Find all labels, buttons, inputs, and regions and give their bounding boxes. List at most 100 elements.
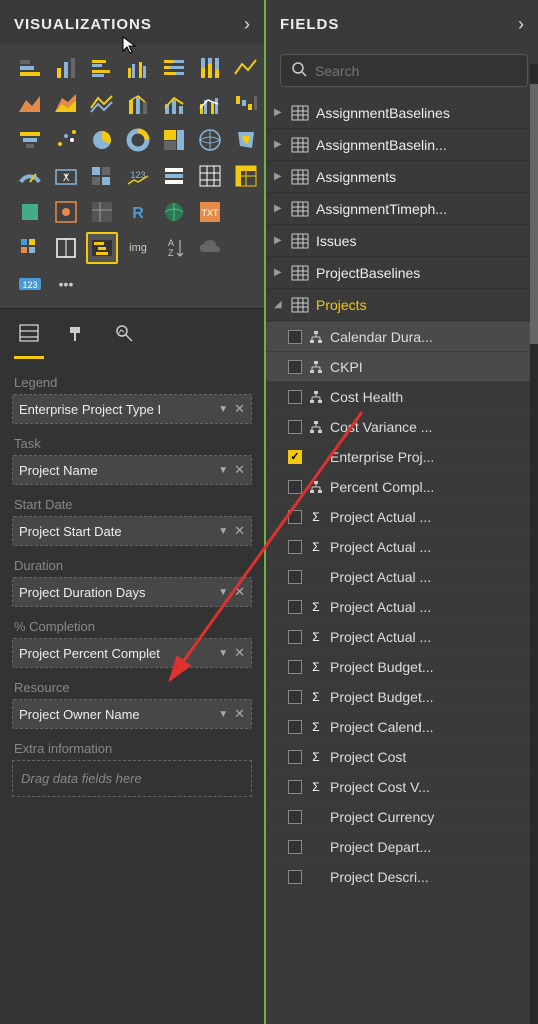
viz-area-icon[interactable] — [14, 88, 46, 120]
tab-analytics[interactable] — [110, 317, 140, 359]
viz-matrix-icon[interactable] — [230, 160, 262, 192]
viz-cloud-icon[interactable] — [194, 232, 226, 264]
table-row[interactable]: ▶AssignmentTimeph... — [266, 193, 532, 225]
viz-globe-icon[interactable] — [158, 196, 190, 228]
viz-image-icon[interactable]: img — [122, 232, 154, 264]
viz-az-sort-icon[interactable]: AZ — [158, 232, 190, 264]
field-row[interactable]: ΣProject Actual ... — [266, 591, 532, 621]
viz-stacked-area-icon[interactable] — [50, 88, 82, 120]
remove-icon[interactable]: ✕ — [234, 401, 245, 417]
field-checkbox[interactable] — [288, 780, 302, 794]
field-checkbox[interactable] — [288, 330, 302, 344]
viz-map-icon[interactable] — [194, 124, 226, 156]
fields-scrollbar-track[interactable] — [530, 64, 538, 1024]
field-row[interactable]: Enterprise Proj... — [266, 441, 532, 471]
field-row[interactable]: ΣProject Budget... — [266, 681, 532, 711]
field-checkbox[interactable] — [288, 750, 302, 764]
field-checkbox[interactable] — [288, 840, 302, 854]
viz-donut-icon[interactable] — [122, 124, 154, 156]
field-well[interactable]: Project Duration Days▼✕ — [12, 577, 252, 607]
dropdown-icon[interactable]: ▼ — [218, 587, 228, 598]
well-item[interactable]: Project Duration Days▼✕ — [13, 578, 251, 606]
table-row[interactable]: ▶AssignmentBaselin... — [266, 129, 532, 161]
field-well[interactable]: Project Name▼✕ — [12, 455, 252, 485]
field-row[interactable]: Cost Variance ... — [266, 411, 532, 441]
viz-card-icon[interactable]: ⵅ — [50, 160, 82, 192]
viz-combo1-icon[interactable] — [158, 88, 190, 120]
dropdown-icon[interactable]: ▼ — [218, 526, 228, 537]
viz-stacked-bar-icon[interactable] — [14, 52, 46, 84]
viz-kpi-icon[interactable]: 123 — [122, 160, 154, 192]
viz-gantt-icon[interactable] — [86, 232, 118, 264]
well-item[interactable]: Project Start Date▼✕ — [13, 517, 251, 545]
field-well-empty[interactable]: Drag data fields here — [12, 760, 252, 797]
field-row[interactable]: CKPI — [266, 351, 532, 381]
viz-pie-icon[interactable] — [86, 124, 118, 156]
table-row[interactable]: ▶AssignmentBaselines — [266, 97, 532, 129]
field-checkbox[interactable] — [288, 630, 302, 644]
viz-custom1-icon[interactable] — [14, 196, 46, 228]
viz-table-icon[interactable] — [194, 160, 226, 192]
field-checkbox[interactable] — [288, 390, 302, 404]
field-well[interactable]: Project Percent Complet▼✕ — [12, 638, 252, 668]
field-checkbox[interactable] — [288, 570, 302, 584]
viz-gauge-icon[interactable] — [14, 160, 46, 192]
well-item[interactable]: Project Name▼✕ — [13, 456, 251, 484]
fields-search[interactable] — [280, 54, 528, 87]
viz-100-stacked-bar-icon[interactable] — [158, 52, 190, 84]
viz-custom5-icon[interactable] — [50, 232, 82, 264]
field-well[interactable]: Enterprise Project Type I▼✕ — [12, 394, 252, 424]
field-checkbox[interactable] — [288, 690, 302, 704]
viz-line-stacked-icon[interactable] — [86, 88, 118, 120]
table-row[interactable]: ▶Issues — [266, 225, 532, 257]
field-checkbox[interactable] — [288, 600, 302, 614]
remove-icon[interactable]: ✕ — [234, 584, 245, 600]
viz-line-icon[interactable] — [230, 52, 262, 84]
table-row[interactable]: ◢Projects — [266, 289, 532, 321]
field-row[interactable]: Percent Compl... — [266, 471, 532, 501]
table-row[interactable]: ▶Assignments — [266, 161, 532, 193]
field-checkbox[interactable] — [288, 660, 302, 674]
viz-txt-icon[interactable]: TXT — [194, 196, 226, 228]
fields-scrollbar-thumb[interactable] — [530, 84, 538, 344]
viz-slicer-icon[interactable] — [158, 160, 190, 192]
tab-fields[interactable] — [14, 317, 44, 359]
field-checkbox[interactable] — [288, 510, 302, 524]
field-row[interactable]: ΣProject Actual ... — [266, 621, 532, 651]
remove-icon[interactable]: ✕ — [234, 462, 245, 478]
field-checkbox[interactable] — [288, 420, 302, 434]
dropdown-icon[interactable]: ▼ — [218, 465, 228, 476]
field-row[interactable]: Calendar Dura... — [266, 321, 532, 351]
viz-custom2-icon[interactable] — [50, 196, 82, 228]
field-row[interactable]: Project Actual ... — [266, 561, 532, 591]
field-row[interactable]: Project Descri... — [266, 861, 532, 891]
tab-format[interactable] — [62, 317, 92, 359]
field-checkbox[interactable] — [288, 810, 302, 824]
table-row[interactable]: ▶ProjectBaselines — [266, 257, 532, 289]
field-checkbox[interactable] — [288, 720, 302, 734]
field-checkbox[interactable] — [288, 360, 302, 374]
dropdown-icon[interactable]: ▼ — [218, 404, 228, 415]
viz-r-icon[interactable]: R — [122, 196, 154, 228]
viz-clustered-column-icon[interactable] — [122, 52, 154, 84]
dropdown-icon[interactable]: ▼ — [218, 709, 228, 720]
field-row[interactable]: Project Depart... — [266, 831, 532, 861]
field-checkbox[interactable] — [288, 480, 302, 494]
field-row[interactable]: ΣProject Cost V... — [266, 771, 532, 801]
field-checkbox[interactable] — [288, 450, 302, 464]
search-input[interactable] — [315, 63, 517, 79]
viz-filled-map-icon[interactable] — [230, 124, 262, 156]
remove-icon[interactable]: ✕ — [234, 523, 245, 539]
viz-combo2-icon[interactable] — [194, 88, 226, 120]
viz-100-stacked-column-icon[interactable] — [194, 52, 226, 84]
collapse-viz-icon[interactable]: › — [244, 14, 250, 35]
viz-treemap-icon[interactable] — [158, 124, 190, 156]
field-row[interactable]: ΣProject Actual ... — [266, 501, 532, 531]
well-item[interactable]: Enterprise Project Type I▼✕ — [13, 395, 251, 423]
viz-stacked-column-icon[interactable] — [50, 52, 82, 84]
viz-number-icon[interactable]: 123 — [14, 268, 46, 300]
viz-clustered-bar-icon[interactable] — [86, 52, 118, 84]
viz-waterfall-icon[interactable] — [230, 88, 262, 120]
collapse-fields-icon[interactable]: › — [518, 14, 524, 35]
field-checkbox[interactable] — [288, 540, 302, 554]
